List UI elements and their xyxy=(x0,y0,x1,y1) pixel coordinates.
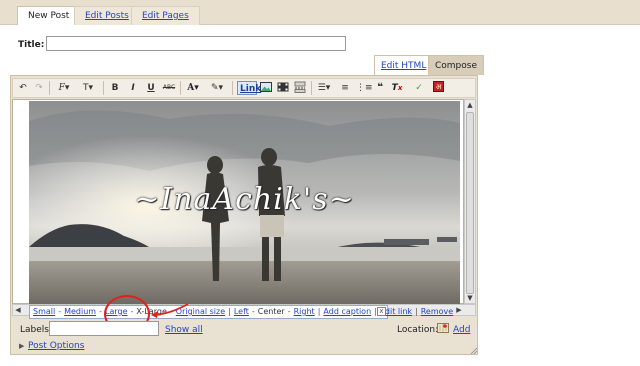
image-size-popup: Small - Medium - Large - X-Large - Original size… xyxy=(29,305,453,319)
bold-button[interactable]: B xyxy=(109,81,121,95)
jump-break-icon[interactable] xyxy=(294,81,306,95)
toolbar-divider xyxy=(49,81,50,95)
vertical-scrollbar-thumb[interactable] xyxy=(466,112,474,294)
svg-text:अ: अ xyxy=(435,83,441,91)
labels-input[interactable] xyxy=(49,321,159,336)
resize-grip-icon[interactable] xyxy=(470,347,478,355)
redo-icon[interactable]: ↷ xyxy=(33,81,45,95)
toolbar-divider xyxy=(311,81,312,95)
remove-image-link[interactable]: Remove xyxy=(421,307,453,316)
remove-formatting-icon[interactable]: Tx xyxy=(391,81,403,95)
toolbar-divider xyxy=(103,81,104,95)
scroll-right-arrow-icon[interactable]: ▶ xyxy=(454,305,464,315)
watermark-text: ~InaAchik's~ xyxy=(134,182,355,217)
location-label: Location: xyxy=(397,325,439,335)
alignment-icon[interactable]: ☰▾ xyxy=(315,81,333,95)
scroll-down-arrow-icon[interactable]: ▼ xyxy=(465,293,475,303)
highlight-color-icon[interactable]: ✎▾ xyxy=(206,81,228,95)
tab-edit-html[interactable]: Edit HTML xyxy=(374,55,434,75)
scroll-up-arrow-icon[interactable]: ▲ xyxy=(465,100,475,110)
title-label: Title: xyxy=(18,40,45,50)
expand-arrow-icon[interactable]: ▶ xyxy=(19,342,24,350)
align-center-selected: Center xyxy=(257,307,285,316)
popup-close-icon[interactable]: x xyxy=(377,307,386,316)
post-options-link[interactable]: Post Options xyxy=(28,341,84,351)
title-input[interactable] xyxy=(46,36,346,51)
numbered-list-icon[interactable]: ≡ xyxy=(339,81,351,95)
undo-icon[interactable]: ↶ xyxy=(17,81,29,95)
add-location-link[interactable]: Add xyxy=(453,325,470,335)
size-small-link[interactable]: Small xyxy=(33,307,55,316)
italic-button[interactable]: I xyxy=(127,81,139,95)
tab-new-post[interactable]: New Post xyxy=(17,6,81,25)
annotation-arrow-icon xyxy=(151,303,189,318)
bullet-list-icon[interactable]: ⋮≡ xyxy=(356,81,373,95)
font-family-button[interactable]: F▾ xyxy=(54,81,74,95)
align-left-link[interactable]: Left xyxy=(234,307,249,316)
tab-compose[interactable]: Compose xyxy=(428,55,485,75)
insert-video-icon[interactable] xyxy=(277,81,289,95)
toolbar-divider xyxy=(232,81,233,95)
show-all-link[interactable]: Show all xyxy=(165,325,203,335)
input-method-icon[interactable]: अ xyxy=(432,81,444,95)
font-size-button[interactable]: T▾ xyxy=(78,81,98,95)
insert-image-icon[interactable] xyxy=(260,81,272,95)
align-right-link[interactable]: Right xyxy=(294,307,315,316)
text-color-button[interactable]: A▾ xyxy=(184,81,202,95)
underline-button[interactable]: U xyxy=(145,81,157,95)
spellcheck-icon[interactable]: ✓ xyxy=(413,81,425,95)
tab-edit-posts[interactable]: Edit Posts xyxy=(74,6,140,25)
size-medium-link[interactable]: Medium xyxy=(64,307,96,316)
labels-label: Labels: xyxy=(20,325,53,335)
link-button[interactable]: Link xyxy=(237,81,261,95)
blockquote-icon[interactable]: ❝ xyxy=(374,81,386,95)
scroll-left-arrow-icon[interactable]: ◀ xyxy=(13,305,23,315)
tab-edit-pages[interactable]: Edit Pages xyxy=(131,6,200,25)
location-map-icon[interactable] xyxy=(437,322,449,333)
add-caption-link[interactable]: Add caption xyxy=(323,307,371,316)
toolbar-divider xyxy=(180,81,181,95)
strikethrough-button[interactable]: ABC xyxy=(161,81,177,95)
